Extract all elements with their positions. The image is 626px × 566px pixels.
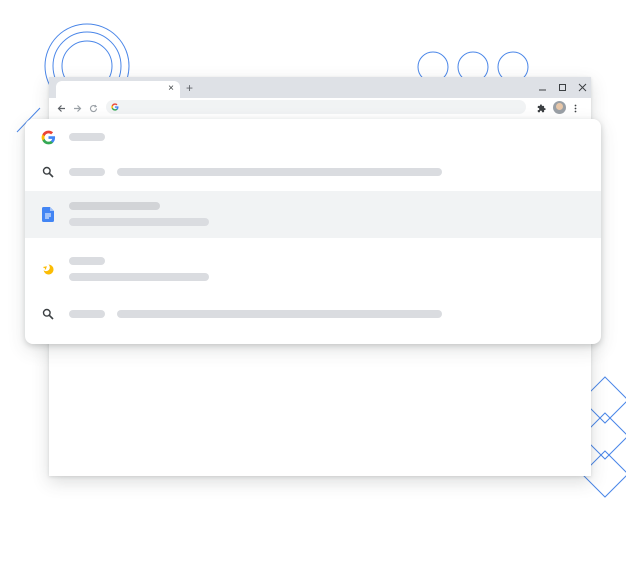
suggestion-detail-placeholder <box>69 218 209 226</box>
browser-toolbar <box>49 98 591 118</box>
tab-close-button[interactable]: × <box>168 83 174 95</box>
suggestion-detail-placeholder <box>117 310 442 318</box>
minimize-icon <box>538 89 546 90</box>
suggestion-title-placeholder <box>69 257 105 265</box>
suggestion-row-1[interactable] <box>25 119 601 155</box>
suggestion-row-5[interactable] <box>25 297 601 333</box>
reload-button[interactable] <box>86 101 100 115</box>
maximize-icon <box>558 83 566 91</box>
suggestion-title-placeholder <box>69 133 105 141</box>
suggestion-title-placeholder <box>69 168 105 176</box>
suggestion-row-2[interactable] <box>25 155 601 191</box>
extensions-button[interactable] <box>534 101 548 115</box>
suggestion-row-3[interactable] <box>25 191 601 238</box>
active-tab[interactable]: × <box>56 81 180 98</box>
close-icon <box>578 83 586 91</box>
google-g-icon <box>39 128 57 146</box>
google-g-icon <box>111 103 119 111</box>
omnibox[interactable] <box>106 100 526 114</box>
history-moon-icon <box>39 260 57 278</box>
omnibox-dropdown <box>25 119 601 344</box>
close-window-button[interactable] <box>575 81 589 93</box>
suggestion-detail-placeholder <box>69 273 209 281</box>
google-docs-icon <box>39 205 57 223</box>
suggestion-title-placeholder <box>69 202 160 210</box>
minimize-button[interactable] <box>535 81 549 93</box>
reload-icon <box>89 104 97 112</box>
forward-button[interactable] <box>70 101 84 115</box>
suggestion-row-4[interactable] <box>25 247 601 295</box>
more-vert-icon <box>574 104 576 112</box>
menu-button[interactable] <box>568 101 582 115</box>
tab-strip: × + <box>49 77 591 98</box>
maximize-button[interactable] <box>555 81 569 93</box>
back-arrow-icon <box>57 104 65 112</box>
suggestion-title-placeholder <box>69 310 105 318</box>
suggestion-detail-placeholder <box>117 168 442 176</box>
forward-arrow-icon <box>73 104 81 112</box>
back-button[interactable] <box>54 101 68 115</box>
profile-avatar[interactable] <box>553 101 566 114</box>
extensions-icon <box>537 103 546 112</box>
new-tab-button[interactable]: + <box>186 81 193 95</box>
search-icon <box>39 163 57 181</box>
search-icon <box>39 305 57 323</box>
